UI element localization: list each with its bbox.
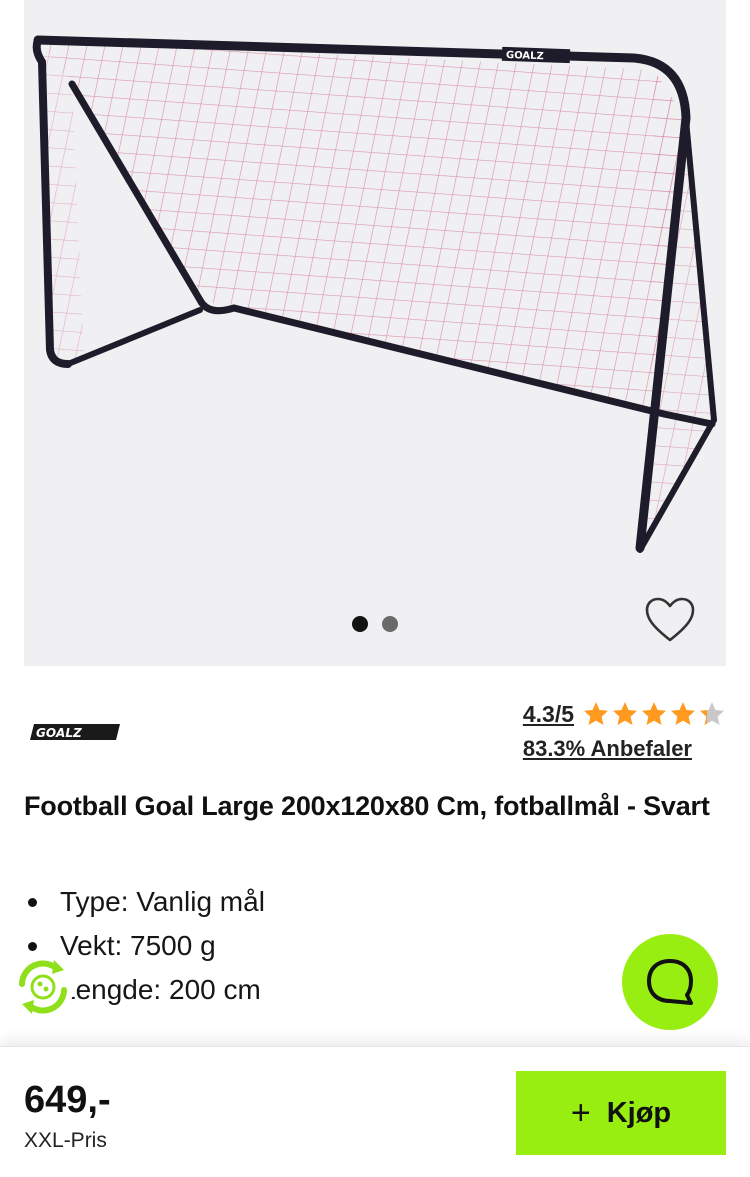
buy-button[interactable]: + Kjøp: [516, 1071, 726, 1155]
rating-summary[interactable]: 4.3/5 83.3% Anbefaler: [523, 700, 726, 762]
star-icon: [613, 702, 637, 725]
product-image-gallery[interactable]: GOALZ: [24, 0, 726, 666]
heart-outline-icon[interactable]: [644, 596, 696, 644]
product-title: Football Goal Large 200x120x80 Cm, fotba…: [24, 791, 710, 821]
chat-bubble-icon: [647, 959, 693, 1005]
plus-icon: +: [570, 1094, 591, 1132]
chat-button[interactable]: [622, 934, 718, 1030]
brand-logo[interactable]: GOALZ: [28, 718, 122, 746]
product-image: GOALZ: [32, 35, 718, 553]
carousel-dots: [352, 616, 398, 632]
carousel-dot[interactable]: [382, 616, 398, 632]
rating-score[interactable]: 4.3/5: [523, 701, 574, 728]
price-label: XXL-Pris: [24, 1129, 107, 1152]
star-rating: [582, 700, 726, 728]
star-icon: [671, 702, 695, 725]
carousel-dot[interactable]: [352, 616, 368, 632]
star-icon: [642, 702, 666, 725]
svg-text:GOALZ: GOALZ: [506, 50, 544, 62]
star-icon: [700, 702, 724, 725]
star-icon: [584, 702, 608, 725]
price: 649,-: [24, 1079, 111, 1121]
brand-logo-text: GOALZ: [36, 726, 82, 740]
purchase-bar: 649,- XXL-Pris + Kjøp: [0, 1046, 750, 1177]
buy-button-label: Kjøp: [606, 1096, 672, 1129]
spec-item: Type: Vanlig mål: [24, 880, 265, 924]
recommend-percentage[interactable]: 83.3% Anbefaler: [523, 736, 726, 762]
recycle-badge-icon[interactable]: [12, 956, 74, 1018]
